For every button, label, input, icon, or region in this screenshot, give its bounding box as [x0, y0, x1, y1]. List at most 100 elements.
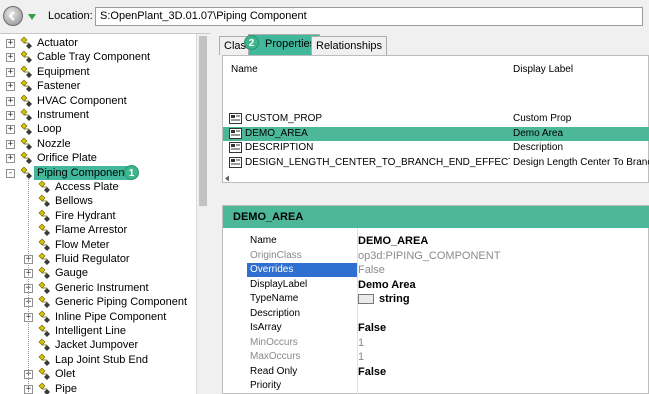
class-node-icon: [38, 281, 52, 295]
tree-item-label: Orifice Plate: [37, 152, 97, 165]
tab-properties[interactable]: Properties: [248, 34, 321, 55]
expand-icon[interactable]: +: [6, 39, 15, 48]
property-value[interactable]: Demo Area: [358, 278, 416, 292]
location-field[interactable]: S:OpenPlant_3D.01.07\Piping Component: [95, 7, 643, 26]
expand-icon[interactable]: +: [6, 82, 15, 92]
class-node-icon: [38, 252, 52, 266]
property-name: Name: [250, 235, 277, 246]
tree-child-item[interactable]: Intelligent Line: [0, 324, 196, 338]
tab-properties-label: Properties: [265, 38, 316, 50]
property-row[interactable]: OriginClass op3d:PIPING_COMPONENT: [231, 249, 649, 263]
grid-row[interactable]: CUSTOM_PROP Custom Prop: [223, 112, 649, 126]
tree-scrollbar-thumb[interactable]: [199, 36, 207, 206]
class-node-icon: [20, 50, 34, 64]
tree-item[interactable]: + Actuator: [0, 36, 196, 50]
property-value[interactable]: False: [358, 365, 386, 379]
tree-child-item[interactable]: Flame Arrestor: [0, 223, 196, 237]
tree-item-label: Bellows: [55, 195, 93, 208]
property-row[interactable]: TypeName string: [231, 292, 649, 306]
property-row[interactable]: MaxOccurs 1: [231, 350, 649, 364]
property-value[interactable]: string: [358, 292, 410, 306]
tree-item[interactable]: + Orifice Plate: [0, 151, 196, 165]
expand-icon[interactable]: +: [6, 111, 15, 120]
tree-child-item[interactable]: + Olet: [0, 367, 196, 381]
tree-item-label: Cable Tray Component: [37, 51, 151, 64]
class-node-icon: [20, 36, 34, 50]
tree-item-label: Intelligent Line: [55, 325, 126, 337]
expand-icon[interactable]: +: [6, 96, 15, 106]
step-badge-1: 1: [124, 164, 139, 180]
grid-row[interactable]: DESCRIPTION Description: [223, 141, 649, 155]
tree-item-label: Flow Meter: [55, 238, 110, 251]
property-name: Priority: [250, 380, 282, 391]
tree-child-item[interactable]: + Gauge: [0, 266, 196, 280]
tree-child-item[interactable]: Lap Joint Stub End: [0, 353, 196, 367]
class-node-icon: [38, 338, 52, 352]
property-row[interactable]: DisplayLabel Demo Area: [231, 278, 649, 292]
property-row[interactable]: Name DEMO_AREA: [231, 234, 649, 248]
expand-icon[interactable]: +: [6, 139, 15, 149]
grid-row[interactable]: DESIGN_LENGTH_CENTER_TO_BRANCH_END_EFFEC…: [223, 156, 649, 170]
tree-child-item[interactable]: Fire Hydrant: [0, 209, 196, 223]
collapse-icon[interactable]: -: [6, 168, 15, 178]
class-node-icon: [38, 194, 52, 208]
tree-item[interactable]: + HVAC Component: [0, 94, 196, 108]
tree-item[interactable]: + Nozzle: [0, 137, 196, 151]
expand-icon[interactable]: +: [6, 154, 15, 164]
tree-child-item[interactable]: + Generic Piping Component: [0, 295, 196, 309]
down-arrow-icon[interactable]: [27, 13, 37, 21]
tree-child-item[interactable]: + Fluid Regulator: [0, 252, 196, 266]
tree-item-piping-component[interactable]: - Piping Component: [0, 165, 196, 180]
property-value[interactable]: 1: [358, 336, 364, 350]
class-node-icon: [20, 137, 34, 151]
tree-child-item[interactable]: Bellows: [0, 194, 196, 208]
tree-child-item[interactable]: + Pipe: [0, 382, 196, 394]
class-node-icon: [20, 122, 34, 136]
tree-item[interactable]: + Fastener: [0, 79, 196, 93]
tree-item[interactable]: + Equipment: [0, 65, 196, 79]
property-value[interactable]: op3d:PIPING_COMPONENT: [358, 249, 500, 263]
tree-child-item[interactable]: + Generic Instrument: [0, 281, 196, 295]
tree-child-item[interactable]: + Inline Pipe Component: [0, 310, 196, 324]
tree-child-item[interactable]: Flow Meter: [0, 238, 196, 252]
tree-child-item[interactable]: Access Plate: [0, 180, 196, 194]
grid-cell-display-label: Design Length Center To Branch: [513, 156, 649, 168]
property-row[interactable]: Overrides False: [231, 263, 649, 277]
tree-item[interactable]: + Cable Tray Component: [0, 50, 196, 64]
class-node-icon: [20, 65, 34, 79]
property-value[interactable]: 1: [358, 350, 364, 364]
class-node-icon: [38, 382, 52, 394]
property-value[interactable]: False: [358, 263, 385, 277]
class-node-icon: [38, 223, 52, 237]
tree-item-label: HVAC Component: [37, 94, 127, 107]
back-arrow-icon[interactable]: [3, 6, 23, 26]
tab-strip: Class Properties Relationships: [219, 33, 649, 55]
property-name: OriginClass: [250, 249, 302, 261]
property-value[interactable]: False: [358, 321, 386, 335]
class-node-icon: [38, 310, 52, 324]
expand-icon[interactable]: +: [6, 67, 15, 77]
grid-header-display-label[interactable]: Display Label: [513, 64, 573, 75]
property-row[interactable]: Priority: [231, 379, 649, 393]
expand-icon[interactable]: +: [6, 53, 15, 63]
tab-relationships[interactable]: Relationships: [311, 36, 388, 55]
properties-grid: Name Display Label CUSTOM_PROP Custom Pro…: [222, 55, 649, 183]
class-node-icon: [38, 295, 52, 309]
grid-horizontal-scrollbar[interactable]: [223, 174, 649, 183]
class-node-icon: [20, 151, 34, 165]
property-row[interactable]: MinOccurs 1: [231, 336, 649, 350]
tree-item-label: Access Plate: [55, 181, 119, 193]
property-value[interactable]: DEMO_AREA: [358, 234, 428, 248]
tree-item[interactable]: + Instrument: [0, 108, 196, 122]
property-row[interactable]: Read Only False: [231, 365, 649, 379]
grid-cell-display-label: Custom Prop: [513, 113, 572, 124]
property-row[interactable]: Description: [231, 307, 649, 321]
tree-item[interactable]: + Loop: [0, 122, 196, 136]
tree-child-item[interactable]: Jacket Jumpover: [0, 338, 196, 352]
grid-row[interactable]: DEMO_AREA Demo Area: [223, 126, 649, 141]
tree-item-label: Generic Piping Component: [55, 296, 188, 309]
class-node-icon: [20, 94, 34, 108]
property-row[interactable]: IsArray False: [231, 321, 649, 335]
grid-header-name[interactable]: Name: [231, 64, 258, 75]
expand-icon[interactable]: +: [6, 125, 15, 135]
